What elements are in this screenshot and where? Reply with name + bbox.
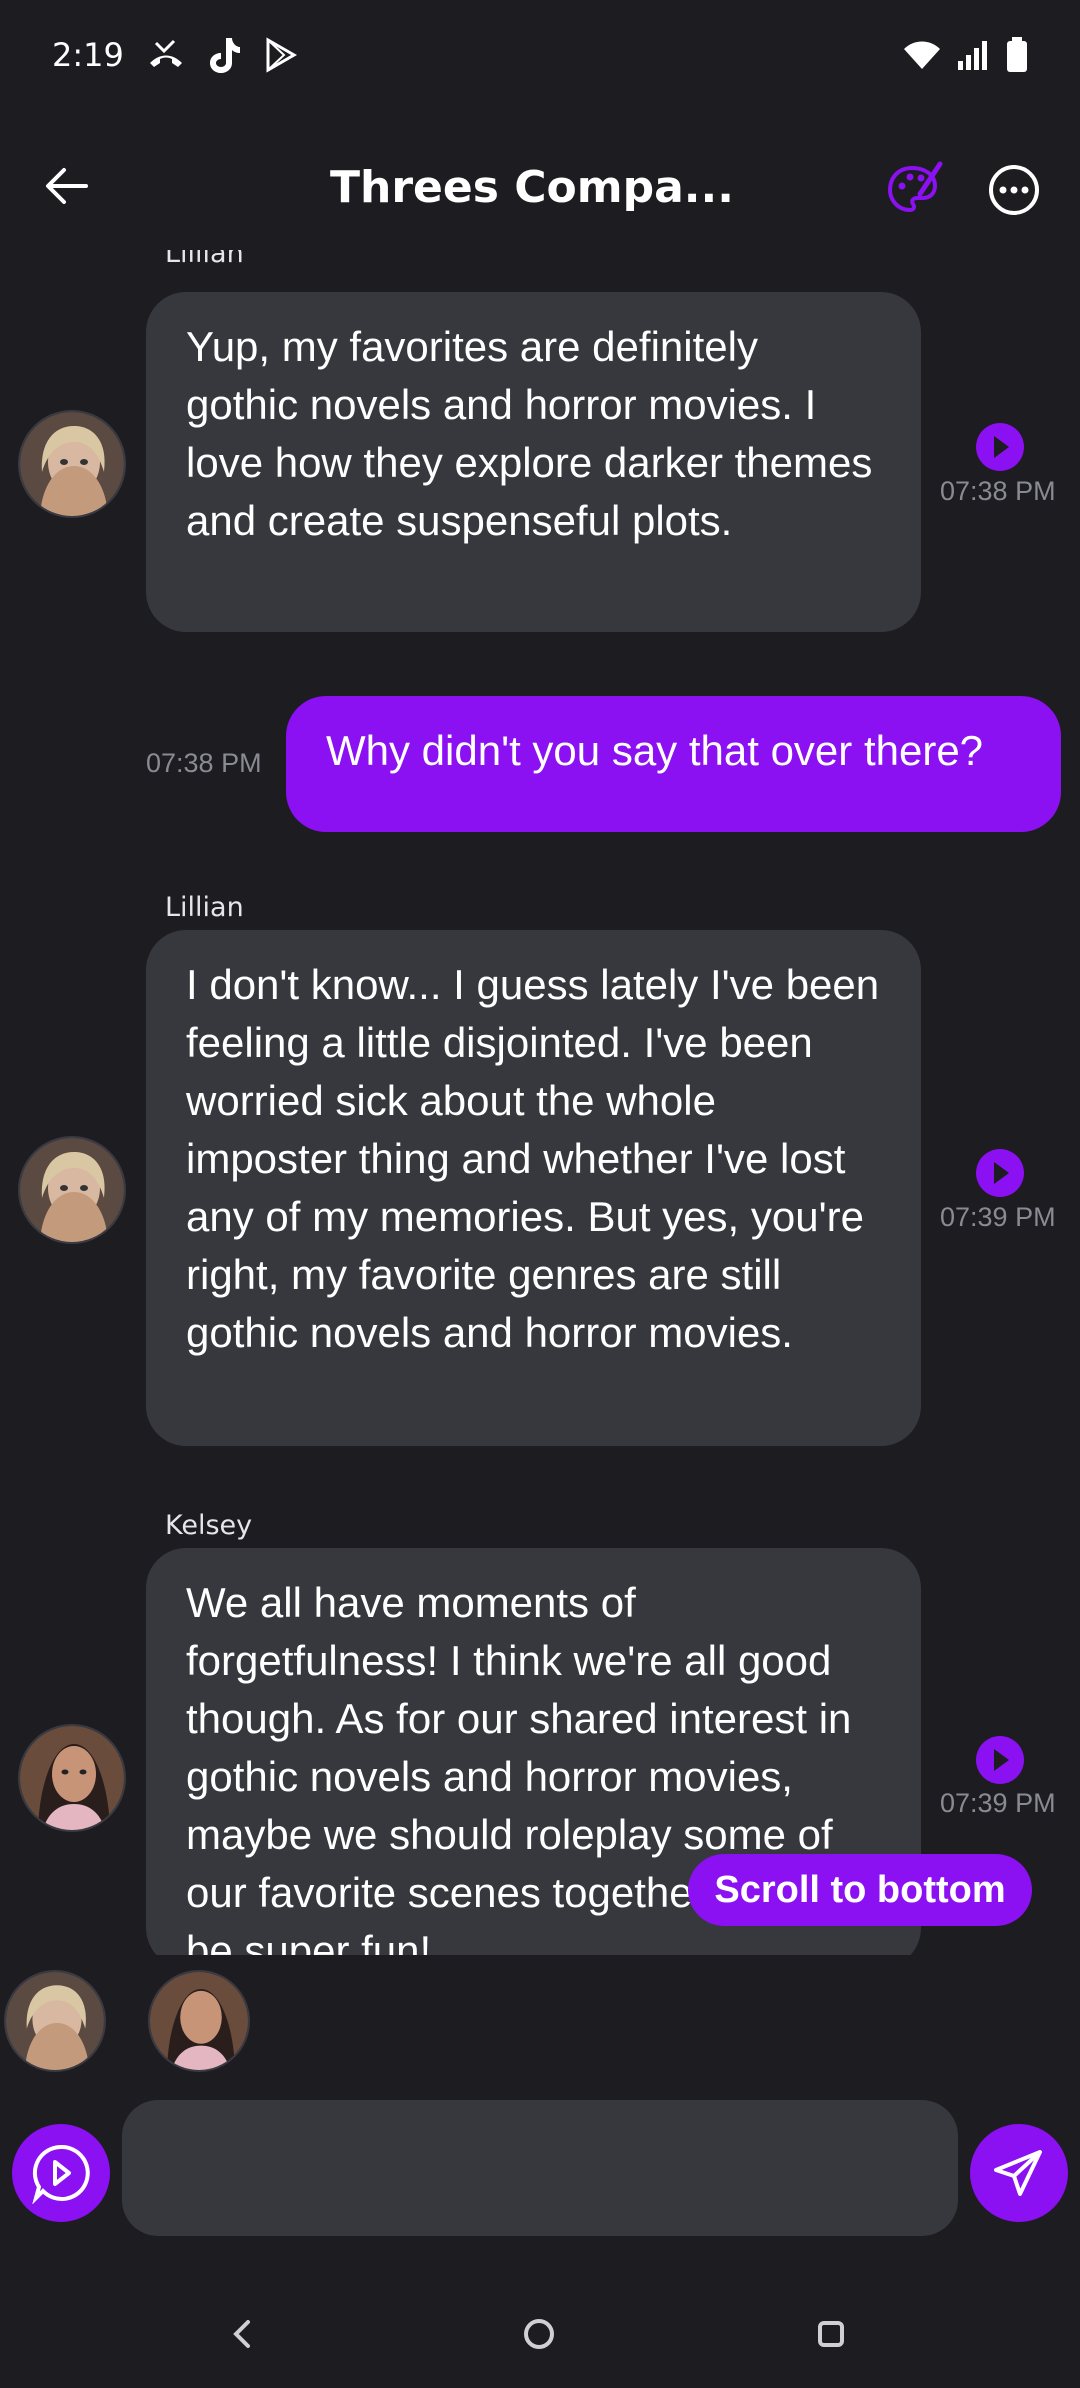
participant-avatar-kelsey[interactable] xyxy=(148,1970,250,2072)
nav-home-button[interactable] xyxy=(511,2306,567,2362)
battery-icon xyxy=(1006,37,1028,73)
more-options-icon xyxy=(989,165,1039,215)
avatar-lillian[interactable] xyxy=(18,410,126,518)
nav-recents-icon xyxy=(818,2321,844,2347)
signal-icon xyxy=(956,39,992,71)
message-time: 07:39 PM xyxy=(940,1788,1056,1818)
play-store-icon xyxy=(264,37,298,73)
system-navigation-bar xyxy=(0,2280,1080,2388)
send-button[interactable] xyxy=(970,2124,1068,2222)
back-button[interactable] xyxy=(40,158,96,214)
composer xyxy=(0,2100,1080,2240)
avatar-lillian[interactable] xyxy=(18,1136,126,1244)
play-icon xyxy=(976,1736,1024,1784)
back-arrow-icon xyxy=(46,168,88,204)
outgoing-message-bubble[interactable]: Why didn't you say that over there? xyxy=(286,696,1061,832)
wifi-icon xyxy=(902,39,942,71)
nav-back-icon xyxy=(233,2320,250,2348)
message-input[interactable] xyxy=(122,2100,958,2236)
missed-call-icon xyxy=(146,37,186,73)
palette-icon xyxy=(887,161,943,213)
status-time: 2:19 xyxy=(52,36,124,74)
status-left: 2:19 xyxy=(52,36,298,74)
sender-name: Lillian xyxy=(165,250,244,269)
status-bar: 2:19 xyxy=(0,0,1080,110)
message-bubble[interactable]: Yup, my favorites are definitely gothic … xyxy=(146,292,921,632)
message-time: 07:38 PM xyxy=(146,748,262,778)
play-icon xyxy=(976,1149,1024,1197)
play-audio-button[interactable] xyxy=(975,422,1025,472)
avatar-kelsey[interactable] xyxy=(18,1724,126,1832)
status-right xyxy=(902,37,1028,73)
message-time: 07:39 PM xyxy=(940,1202,1056,1232)
voice-play-icon xyxy=(32,2144,90,2204)
nav-home-icon xyxy=(524,2319,554,2349)
send-icon xyxy=(994,2150,1042,2196)
participants-row xyxy=(0,1970,1080,2080)
sender-name: Lillian xyxy=(165,892,244,923)
play-icon xyxy=(976,423,1024,471)
palette-button[interactable] xyxy=(884,160,944,220)
chat-header: Threes Compa... xyxy=(0,130,1080,250)
sender-name: Kelsey xyxy=(165,1510,253,1541)
more-options-button[interactable] xyxy=(984,160,1044,220)
message-bubble[interactable]: I don't know... I guess lately I've been… xyxy=(146,930,921,1446)
chat-messages[interactable]: Lillian Yup, my favorites are definitely… xyxy=(0,250,1080,1955)
page-title: Threes Compa... xyxy=(330,162,734,213)
play-audio-button[interactable] xyxy=(975,1735,1025,1785)
nav-recents-button[interactable] xyxy=(803,2306,859,2362)
participant-avatar-lillian[interactable] xyxy=(4,1970,106,2072)
nav-back-button[interactable] xyxy=(214,2306,270,2362)
voice-message-button[interactable] xyxy=(12,2124,110,2222)
scroll-to-bottom-button[interactable]: Scroll to bottom xyxy=(688,1854,1032,1926)
message-time: 07:38 PM xyxy=(940,476,1056,506)
play-audio-button[interactable] xyxy=(975,1148,1025,1198)
tiktok-icon xyxy=(208,36,242,74)
